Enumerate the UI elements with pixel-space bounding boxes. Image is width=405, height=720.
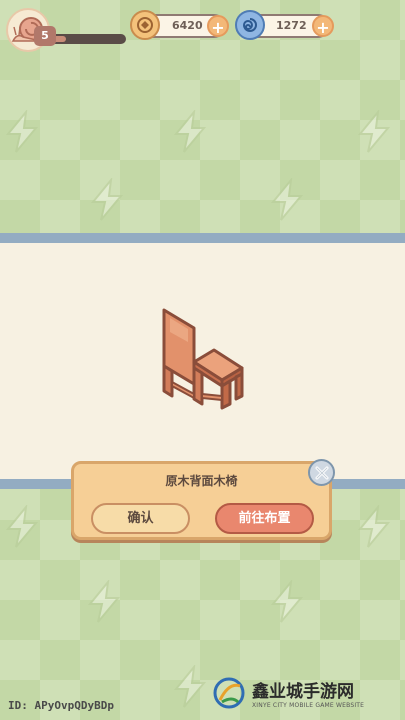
coin-icon	[130, 10, 160, 40]
swirl-gem-icon	[235, 10, 265, 40]
watermark-title: 鑫业城手游网	[252, 682, 354, 702]
lightning-bolt-icon	[357, 110, 391, 153]
lightning-bolt-icon	[173, 665, 207, 708]
item-obtained-dialog: 原木背面木椅 确认 前往布置	[71, 461, 332, 540]
add-coins-button[interactable]: +	[207, 15, 229, 37]
watermark-subtitle: XINYE CITY MOBILE GAME WEBSITE	[252, 702, 365, 709]
lightning-bolt-icon	[5, 110, 39, 153]
close-dialog-button[interactable]	[308, 459, 335, 486]
lightning-bolt-icon	[87, 580, 121, 623]
go-arrange-button[interactable]: 前往布置	[215, 503, 314, 534]
lightning-bolt-icon	[357, 505, 391, 548]
xp-progress-bar	[50, 34, 126, 44]
level-badge: 5	[34, 26, 56, 46]
top-hud: 5 6420 + 1272 +	[0, 0, 405, 60]
wooden-chair-icon	[162, 308, 244, 410]
site-watermark: 鑫业城手游网 XINYE CITY MOBILE GAME WEBSITE	[212, 668, 402, 718]
player-id-label: ID: APyOvpQDyBDp	[8, 699, 114, 712]
close-icon	[315, 466, 328, 479]
confirm-button[interactable]: 确认	[91, 503, 190, 534]
plus-icon: +	[211, 18, 225, 37]
lightning-bolt-icon	[270, 580, 304, 623]
lightning-bolt-icon	[173, 110, 207, 153]
watermark-logo-icon	[213, 677, 245, 709]
lightning-bolt-icon	[5, 505, 39, 548]
lightning-bolt-icon	[270, 178, 304, 221]
lightning-bolt-icon	[90, 178, 124, 221]
band-stripe-top	[0, 233, 405, 243]
item-name-label: 原木背面木椅	[165, 474, 238, 488]
coin-amount: 6420	[172, 19, 203, 32]
gem-amount: 1272	[276, 19, 307, 32]
add-gems-button[interactable]: +	[312, 15, 334, 37]
plus-icon: +	[316, 18, 330, 37]
